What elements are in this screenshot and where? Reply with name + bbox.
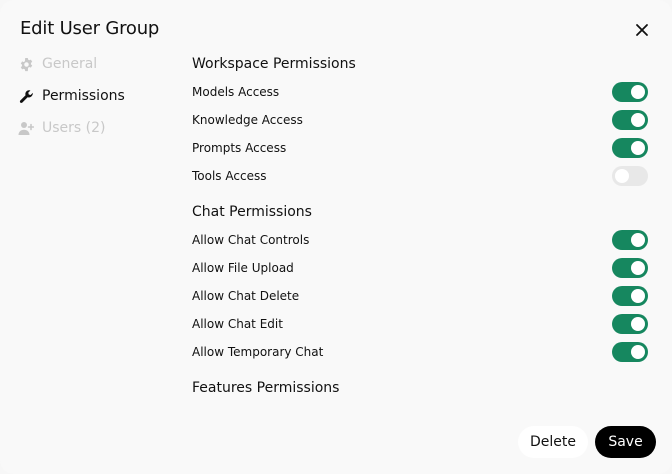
section-title-features: Features Permissions [192,380,340,396]
permission-row-file-upload: Allow File Upload [192,254,648,282]
sidebar-item-label: General [42,56,98,72]
gear-icon [18,56,34,72]
sidebar-item-users[interactable]: Users (2) [18,116,178,140]
permission-label: Knowledge Access [192,113,303,127]
permission-row-prompts: Prompts Access [192,134,648,162]
permission-label: Allow File Upload [192,261,294,275]
tools-access-toggle[interactable] [612,166,648,186]
prompts-access-toggle[interactable] [612,138,648,158]
permission-label: Allow Temporary Chat [192,345,324,359]
section-title-workspace: Workspace Permissions [192,56,356,72]
temporary-chat-toggle[interactable] [612,342,648,362]
toggle-knob [631,85,645,99]
chat-delete-toggle[interactable] [612,286,648,306]
wrench-icon [18,88,34,104]
user-plus-icon [18,120,34,136]
chat-controls-toggle[interactable] [612,230,648,250]
toggle-knob [615,169,629,183]
permission-label: Allow Chat Edit [192,317,283,331]
modal-title: Edit User Group [20,18,160,39]
edit-user-group-modal: Edit User Group General Permissions User… [0,0,672,474]
sidebar: General Permissions Users (2) [18,52,178,148]
file-upload-toggle[interactable] [612,258,648,278]
sidebar-item-label: Permissions [42,88,125,104]
toggle-knob [631,261,645,275]
toggle-knob [631,141,645,155]
permissions-panel: Workspace Permissions Models Access Know… [192,52,648,402]
permission-row-models: Models Access [192,78,648,106]
close-button[interactable] [632,20,652,40]
permission-row-knowledge: Knowledge Access [192,106,648,134]
save-button[interactable]: Save [595,426,656,458]
permission-label: Allow Chat Delete [192,289,300,303]
permission-row-chat-edit: Allow Chat Edit [192,310,648,338]
toggle-knob [631,289,645,303]
sidebar-item-label: Users (2) [42,120,106,136]
chat-edit-toggle[interactable] [612,314,648,334]
toggle-knob [631,345,645,359]
permission-row-chat-controls: Allow Chat Controls [192,226,648,254]
close-icon [636,24,648,36]
sidebar-item-general[interactable]: General [18,52,178,76]
permission-row-tools: Tools Access [192,162,648,190]
toggle-knob [631,233,645,247]
models-access-toggle[interactable] [612,82,648,102]
delete-button[interactable]: Delete [518,426,588,458]
permission-label: Tools Access [192,169,267,183]
toggle-knob [631,317,645,331]
sidebar-item-permissions[interactable]: Permissions [18,84,178,108]
permission-label: Allow Chat Controls [192,233,310,247]
permission-row-temporary-chat: Allow Temporary Chat [192,338,648,366]
permission-label: Prompts Access [192,141,287,155]
toggle-knob [631,113,645,127]
permission-row-chat-delete: Allow Chat Delete [192,282,648,310]
knowledge-access-toggle[interactable] [612,110,648,130]
section-title-chat: Chat Permissions [192,204,312,220]
permission-label: Models Access [192,85,280,99]
